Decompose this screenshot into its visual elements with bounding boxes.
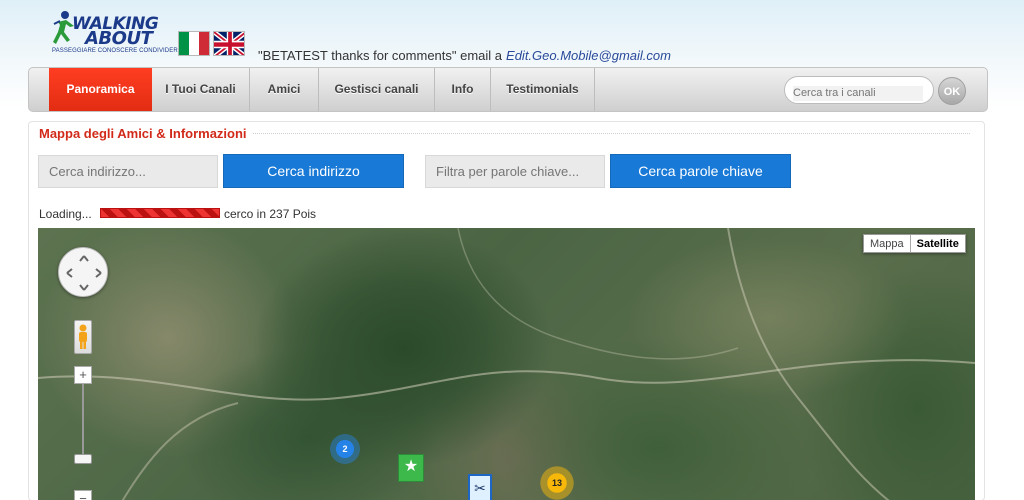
nav-tab-testimonials[interactable]: Testimonials xyxy=(491,68,595,111)
nav-tab-gestisci-canali[interactable]: Gestisci canali xyxy=(319,68,435,111)
zoom-slider-track[interactable] xyxy=(82,384,84,460)
main-navbar: Panoramica I Tuoi Canali Amici Gestisci … xyxy=(28,67,988,112)
channel-search-box xyxy=(784,76,934,104)
search-keywords-button[interactable]: Cerca parole chiave xyxy=(610,154,791,188)
search-address-button[interactable]: Cerca indirizzo xyxy=(223,154,404,188)
flag-uk-icon[interactable] xyxy=(213,31,245,56)
loading-status: cerco in 237 Pois xyxy=(224,207,317,221)
zoom-out-button[interactable]: − xyxy=(74,490,92,500)
channel-search-input[interactable] xyxy=(793,85,923,101)
logo-text-line2: ABOUT xyxy=(85,28,153,49)
betatest-notice: "BETATEST thanks for comments" email a Ed… xyxy=(258,48,671,63)
walking-about-logo[interactable]: WALKING ABOUT PASSEGGIARE CONOSCERE COND… xyxy=(52,10,182,56)
star-marker-icon[interactable]: ★ xyxy=(398,454,424,482)
zoom-slider-handle[interactable] xyxy=(74,454,92,464)
nav-tab-panoramica[interactable]: Panoramica xyxy=(49,68,152,111)
marker-cluster[interactable]: 2 xyxy=(330,434,360,464)
nav-tab-info[interactable]: Info xyxy=(435,68,491,111)
keyword-filter-input[interactable] xyxy=(425,155,605,188)
map-type-map-button[interactable]: Mappa xyxy=(864,235,910,252)
pan-arrows-icon xyxy=(66,255,102,291)
loading-label: Loading... xyxy=(39,207,92,221)
search-ok-button[interactable]: OK xyxy=(938,77,966,105)
map-roads xyxy=(38,228,975,500)
nav-tab-i-tuoi-canali[interactable]: I Tuoi Canali xyxy=(152,68,250,111)
header: WALKING ABOUT PASSEGGIARE CONOSCERE COND… xyxy=(0,0,1024,66)
satellite-map[interactable]: Mappa Satellite + − 2 ★ ✂ 13 xyxy=(38,228,975,500)
contact-email-link[interactable]: Edit.Geo.Mobile@gmail.com xyxy=(506,48,671,63)
logo-tagline: PASSEGGIARE CONOSCERE CONDIVIDERE xyxy=(52,48,182,54)
friends-map-panel: Mappa degli Amici & Informazioni Cerca i… xyxy=(28,121,985,500)
pan-control[interactable] xyxy=(58,247,108,297)
loading-progress-bar xyxy=(100,208,220,218)
address-search-input[interactable] xyxy=(38,155,218,188)
scissors-marker-icon[interactable]: ✂ xyxy=(468,474,492,500)
street-view-pegman-icon[interactable] xyxy=(74,320,92,354)
nav-tab-amici[interactable]: Amici xyxy=(250,68,319,111)
map-type-satellite-button[interactable]: Satellite xyxy=(909,235,965,252)
zoom-in-button[interactable]: + xyxy=(74,366,92,384)
map-type-switcher: Mappa Satellite xyxy=(863,234,966,253)
panel-title: Mappa degli Amici & Informazioni xyxy=(39,126,253,141)
betatest-text: "BETATEST thanks for comments" email a xyxy=(258,48,503,63)
flag-italy-icon[interactable] xyxy=(178,31,210,56)
marker-cluster[interactable]: 13 xyxy=(540,466,574,500)
